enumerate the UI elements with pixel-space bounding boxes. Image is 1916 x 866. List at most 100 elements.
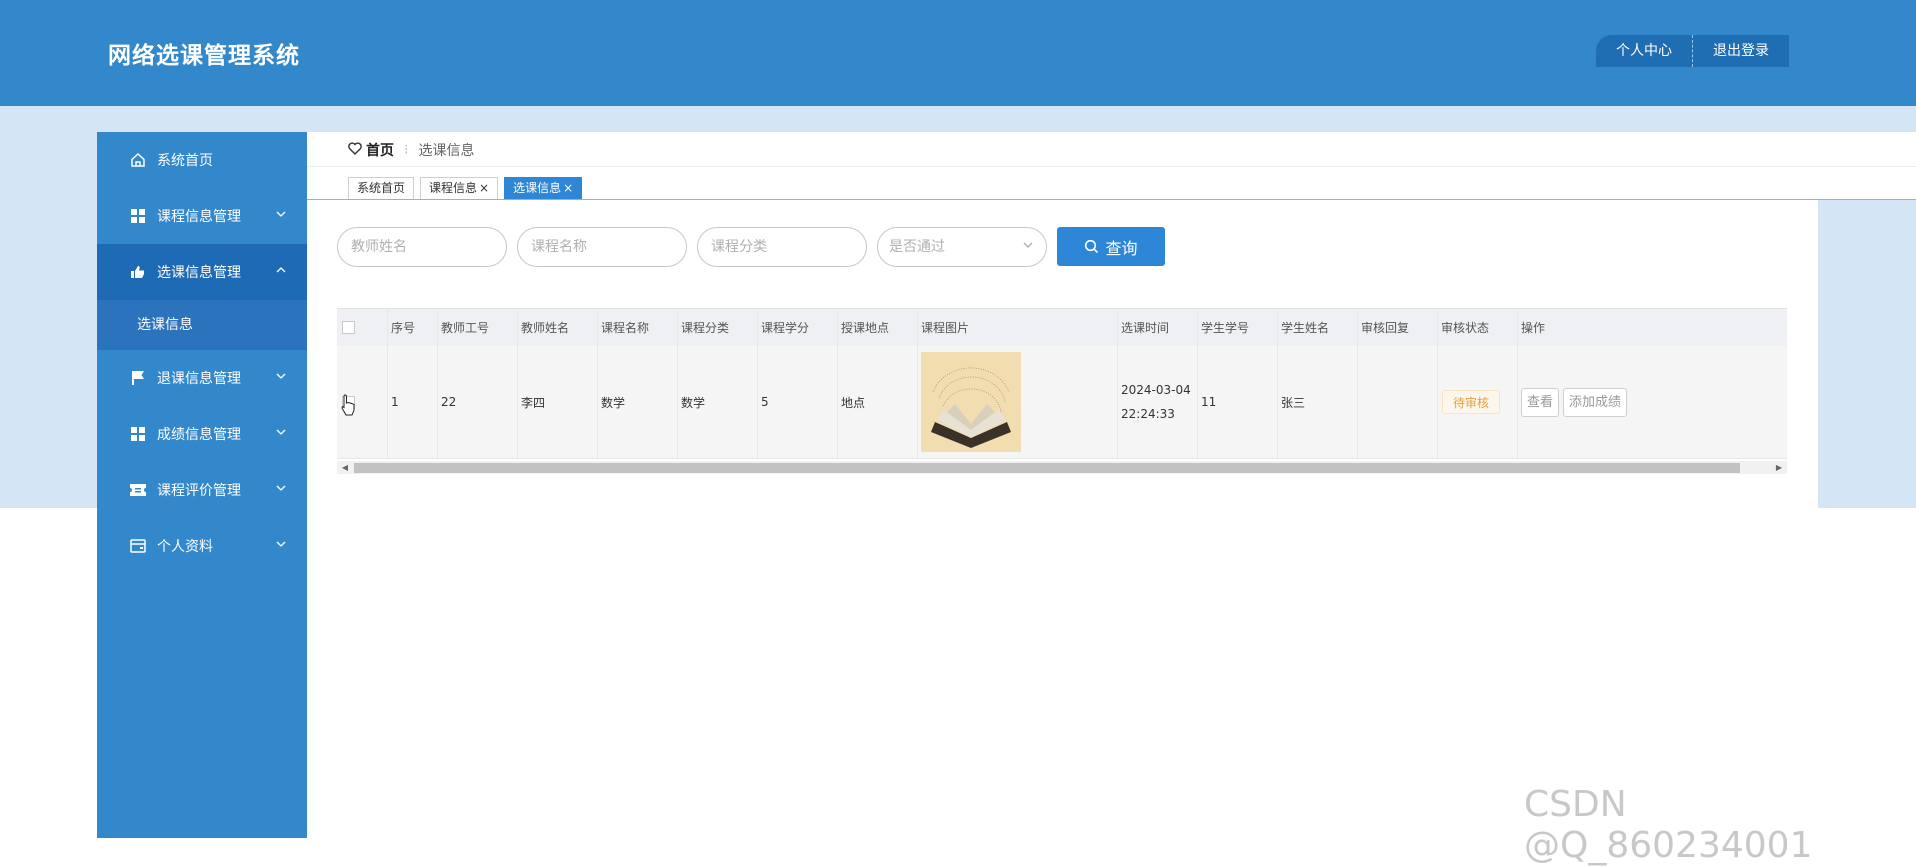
column-header: 课程分类 — [678, 309, 758, 346]
cell-student-name: 张三 — [1278, 346, 1358, 458]
sidebar-item-course-info[interactable]: 课程信息管理 — [97, 188, 307, 244]
data-table: 序号 教师工号 教师姓名 课程名称 课程分类 课程学分 授课地点 课程图片 选课… — [337, 308, 1787, 478]
view-button[interactable]: 查看 — [1521, 387, 1560, 417]
sidebar-item-drop-info[interactable]: 退课信息管理 — [97, 350, 307, 406]
breadcrumb: 首页 ⁝ 选课信息 — [348, 140, 474, 160]
column-header: 学生姓名 — [1278, 309, 1358, 346]
grid-icon — [129, 425, 147, 443]
flag-icon — [129, 369, 147, 387]
query-label: 查询 — [1105, 238, 1138, 258]
select-date: 2024-03-04 — [1121, 383, 1191, 397]
status-badge: 待审核 — [1442, 390, 1501, 414]
tab-label: 课程信息 — [429, 181, 478, 195]
cell-select-time: 2024-03-04 22:24:33 — [1118, 346, 1198, 458]
chevron-down-icon — [275, 482, 287, 497]
logout-button[interactable]: 退出登录 — [1693, 35, 1789, 67]
sidebar-item-label: 系统首页 — [157, 153, 213, 169]
ticket-icon — [129, 481, 147, 499]
column-header: 课程名称 — [598, 309, 678, 346]
chevron-down-icon — [275, 538, 287, 553]
course-image[interactable] — [921, 352, 1021, 452]
sidebar-item-label: 个人资料 — [157, 539, 213, 555]
breadcrumb-home[interactable]: 首页 — [366, 140, 394, 160]
cell-actions: 查看 添加成绩 — [1518, 346, 1787, 458]
column-header: 教师工号 — [438, 309, 518, 346]
breadcrumb-current: 选课信息 — [418, 143, 475, 159]
divider — [307, 166, 1916, 167]
scrollbar-thumb[interactable] — [354, 463, 1740, 473]
column-header: 学生学号 — [1198, 309, 1278, 346]
sidebar-item-selection-info[interactable]: 选课信息管理 — [97, 244, 307, 300]
add-score-button[interactable]: 添加成绩 — [1563, 387, 1628, 417]
column-header: 序号 — [388, 309, 438, 346]
profile-center-button[interactable]: 个人中心 — [1596, 35, 1693, 67]
cell-credit: 5 — [758, 346, 838, 458]
column-header: 课程图片 — [918, 309, 1118, 346]
sidebar-item-label: 成绩信息管理 — [157, 427, 241, 443]
cell-index: 1 — [388, 346, 438, 458]
top-header: 网络选课管理系统 个人中心 退出登录 — [0, 0, 1916, 106]
table-row: 1 22 李四 数学 数学 5 地点 2024-03-04 22:24:33 1… — [337, 346, 1787, 459]
select-clock: 22:24:33 — [1121, 407, 1175, 421]
tab-course-info[interactable]: 课程信息 × — [420, 177, 499, 200]
cell-category: 数学 — [678, 346, 758, 458]
column-header: 选课时间 — [1118, 309, 1198, 346]
horizontal-scrollbar[interactable]: ◀ ▶ — [337, 461, 1787, 474]
chevron-up-icon — [275, 264, 287, 279]
home-icon — [129, 151, 147, 169]
teacher-name-input[interactable] — [337, 227, 507, 267]
app-title: 网络选课管理系统 — [108, 43, 300, 69]
passed-select-placeholder: 是否通过 — [889, 239, 945, 255]
sidebar-item-label: 课程信息管理 — [157, 209, 241, 225]
hand-cursor-icon — [340, 394, 356, 420]
course-name-input[interactable] — [517, 227, 687, 267]
tab-selection-info[interactable]: 选课信息 × — [504, 177, 583, 200]
chevron-down-icon — [275, 370, 287, 385]
sidebar-item-label: 课程评价管理 — [157, 483, 241, 499]
sidebar-item-label: 退课信息管理 — [157, 371, 241, 387]
close-icon[interactable]: × — [479, 181, 489, 195]
header-actions: 个人中心 退出登录 — [1596, 35, 1789, 67]
tab-home[interactable]: 系统首页 — [348, 177, 415, 200]
table-header: 序号 教师工号 教师姓名 课程名称 课程分类 课程学分 授课地点 课程图片 选课… — [337, 308, 1787, 346]
sidebar-item-home[interactable]: 系统首页 — [97, 132, 307, 188]
chevron-down-icon — [1022, 228, 1034, 266]
tab-label: 选课信息 — [513, 181, 562, 195]
select-all-checkbox[interactable] — [342, 321, 355, 334]
chevron-down-icon — [275, 426, 287, 441]
column-header: 课程学分 — [758, 309, 838, 346]
sidebar-item-profile[interactable]: 个人资料 — [97, 518, 307, 574]
scroll-left-icon[interactable]: ◀ — [339, 461, 351, 474]
column-header: 审核状态 — [1438, 309, 1518, 346]
header-checkbox-cell — [337, 309, 388, 346]
search-icon — [1084, 239, 1099, 254]
grid-icon — [129, 207, 147, 225]
wallet-icon — [129, 537, 147, 555]
tab-divider — [307, 199, 1916, 200]
course-category-input[interactable] — [697, 227, 867, 267]
tab-label: 系统首页 — [357, 181, 406, 195]
column-header: 授课地点 — [838, 309, 918, 346]
sidebar-item-evaluation[interactable]: 课程评价管理 — [97, 462, 307, 518]
heart-icon — [348, 141, 362, 159]
cell-course-image — [918, 346, 1118, 458]
sidebar-subitem-selection[interactable]: 选课信息 — [97, 300, 307, 350]
column-header: 审核回复 — [1358, 309, 1438, 346]
background-band-right — [1818, 200, 1916, 508]
cell-teacher-no: 22 — [438, 346, 518, 458]
cell-location: 地点 — [838, 346, 918, 458]
cell-teacher-name: 李四 — [518, 346, 598, 458]
sidebar-item-score-info[interactable]: 成绩信息管理 — [97, 406, 307, 462]
cell-student-no: 11 — [1198, 346, 1278, 458]
close-icon[interactable]: × — [563, 181, 573, 195]
query-button[interactable]: 查询 — [1057, 227, 1165, 266]
passed-select[interactable]: 是否通过 — [877, 227, 1047, 267]
sidebar-item-label: 选课信息管理 — [157, 265, 241, 281]
column-header: 操作 — [1521, 321, 1546, 335]
cell-reply — [1358, 346, 1438, 458]
column-header: 教师姓名 — [518, 309, 598, 346]
scroll-right-icon[interactable]: ▶ — [1773, 461, 1785, 474]
search-bar: 是否通过 查询 — [337, 227, 1165, 267]
cell-status: 待审核 — [1438, 346, 1518, 458]
watermark: CSDN @Q_860234001 — [1524, 784, 1813, 866]
